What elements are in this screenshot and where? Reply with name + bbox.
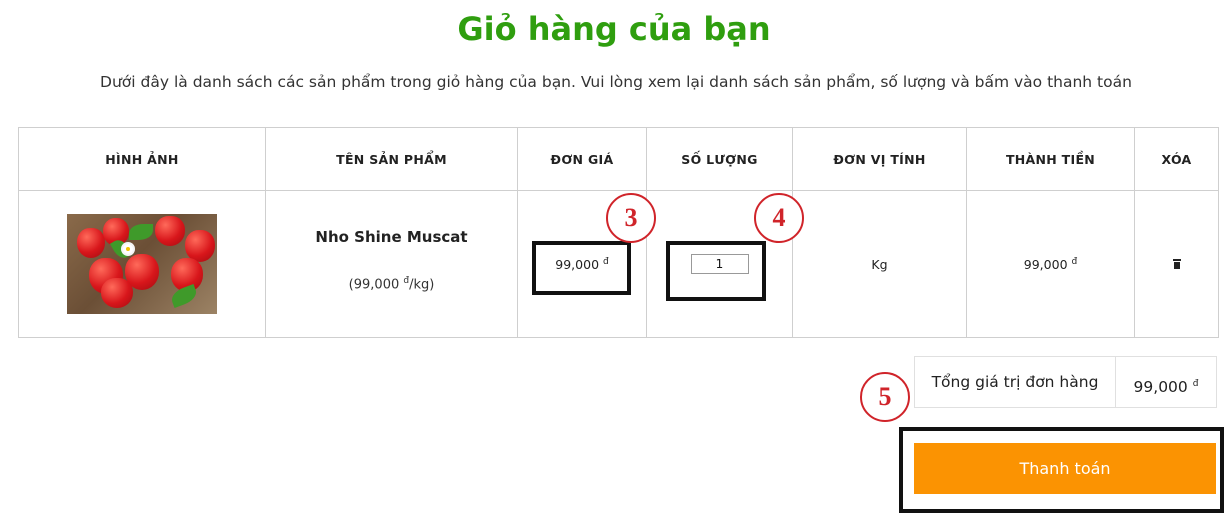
- unit-value: Kg: [871, 256, 888, 272]
- header-unit-price: ĐƠN GIÁ: [517, 127, 647, 191]
- cart-table-header: HÌNH ẢNH TÊN SẢN PHẨM ĐƠN GIÁ SỐ LƯỢNG Đ…: [18, 127, 1219, 191]
- cell-unit: Kg: [792, 190, 967, 338]
- cell-image: [18, 190, 266, 338]
- checkout-button[interactable]: Thanh toán: [914, 443, 1216, 494]
- header-product-name: TÊN SẢN PHẨM: [265, 127, 518, 191]
- annotation-marker-5: 5: [860, 372, 910, 422]
- header-quantity: SỐ LƯỢNG: [646, 127, 793, 191]
- trash-icon[interactable]: [1172, 258, 1181, 269]
- product-name[interactable]: Nho Shine Muscat: [266, 228, 517, 246]
- header-line-total: THÀNH TIỀN: [966, 127, 1135, 191]
- cell-delete: [1134, 190, 1219, 338]
- line-total-value: 99,000 đ: [1023, 256, 1078, 272]
- annotation-box-quantity: [666, 241, 766, 301]
- annotation-marker-3: 3: [606, 193, 656, 243]
- page-subtitle: Dưới đây là danh sách các sản phẩm trong…: [100, 73, 1132, 91]
- order-total-value: 99,000 đ: [1133, 378, 1199, 397]
- page-title: Giỏ hàng của bạn: [457, 10, 771, 48]
- annotation-box-price: [532, 241, 631, 295]
- order-total-label: Tổng giá trị đơn hàng: [915, 357, 1116, 407]
- header-image: HÌNH ẢNH: [18, 127, 266, 191]
- cell-line-total: 99,000 đ: [966, 190, 1135, 338]
- header-delete: XÓA: [1134, 127, 1219, 191]
- product-image[interactable]: [67, 214, 217, 314]
- header-unit: ĐƠN VỊ TÍNH: [792, 127, 967, 191]
- order-total: Tổng giá trị đơn hàng 99,000 đ: [914, 356, 1217, 408]
- product-unit-price: (99,000 đ/kg): [348, 275, 435, 293]
- cell-product-name: Nho Shine Muscat (99,000 đ/kg): [265, 190, 518, 338]
- annotation-marker-4: 4: [754, 193, 804, 243]
